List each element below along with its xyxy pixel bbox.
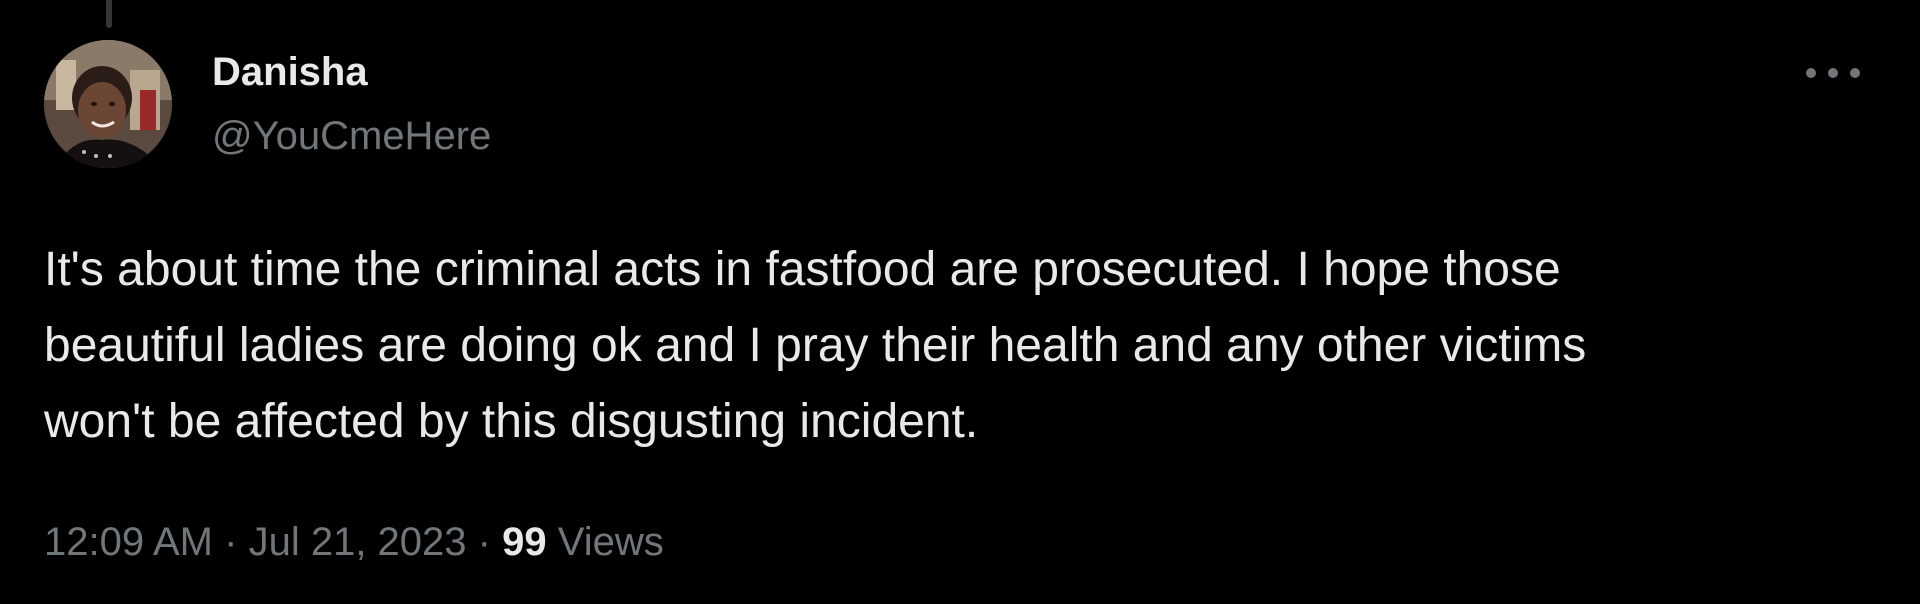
meta-separator-2: · xyxy=(477,520,491,564)
more-horizontal-icon xyxy=(1806,68,1816,78)
tweet-timestamp[interactable]: 12:09 AM · Jul 21, 2023 xyxy=(44,520,467,564)
more-options-button[interactable] xyxy=(1806,58,1860,88)
views-label: Views xyxy=(557,520,664,564)
more-horizontal-icon-dot xyxy=(1850,68,1860,78)
more-horizontal-icon-dot xyxy=(1828,68,1838,78)
author-handle[interactable]: @YouCmeHere xyxy=(212,112,491,160)
tweet-meta: 12:09 AM · Jul 21, 2023 · 99 Views xyxy=(44,514,664,570)
views-stat[interactable]: 99 Views xyxy=(502,520,664,564)
author-display-name[interactable]: Danisha xyxy=(212,48,368,96)
avatar[interactable] xyxy=(44,40,172,168)
meta-separator: · xyxy=(224,520,238,564)
views-count: 99 xyxy=(502,520,547,564)
tweet-text: It's about time the criminal acts in fas… xyxy=(44,243,1587,448)
thread-connector-line xyxy=(106,0,112,28)
tweet-time: 12:09 AM xyxy=(44,520,214,564)
profile-photo-icon xyxy=(44,40,172,168)
tweet-date: Jul 21, 2023 xyxy=(248,520,467,564)
